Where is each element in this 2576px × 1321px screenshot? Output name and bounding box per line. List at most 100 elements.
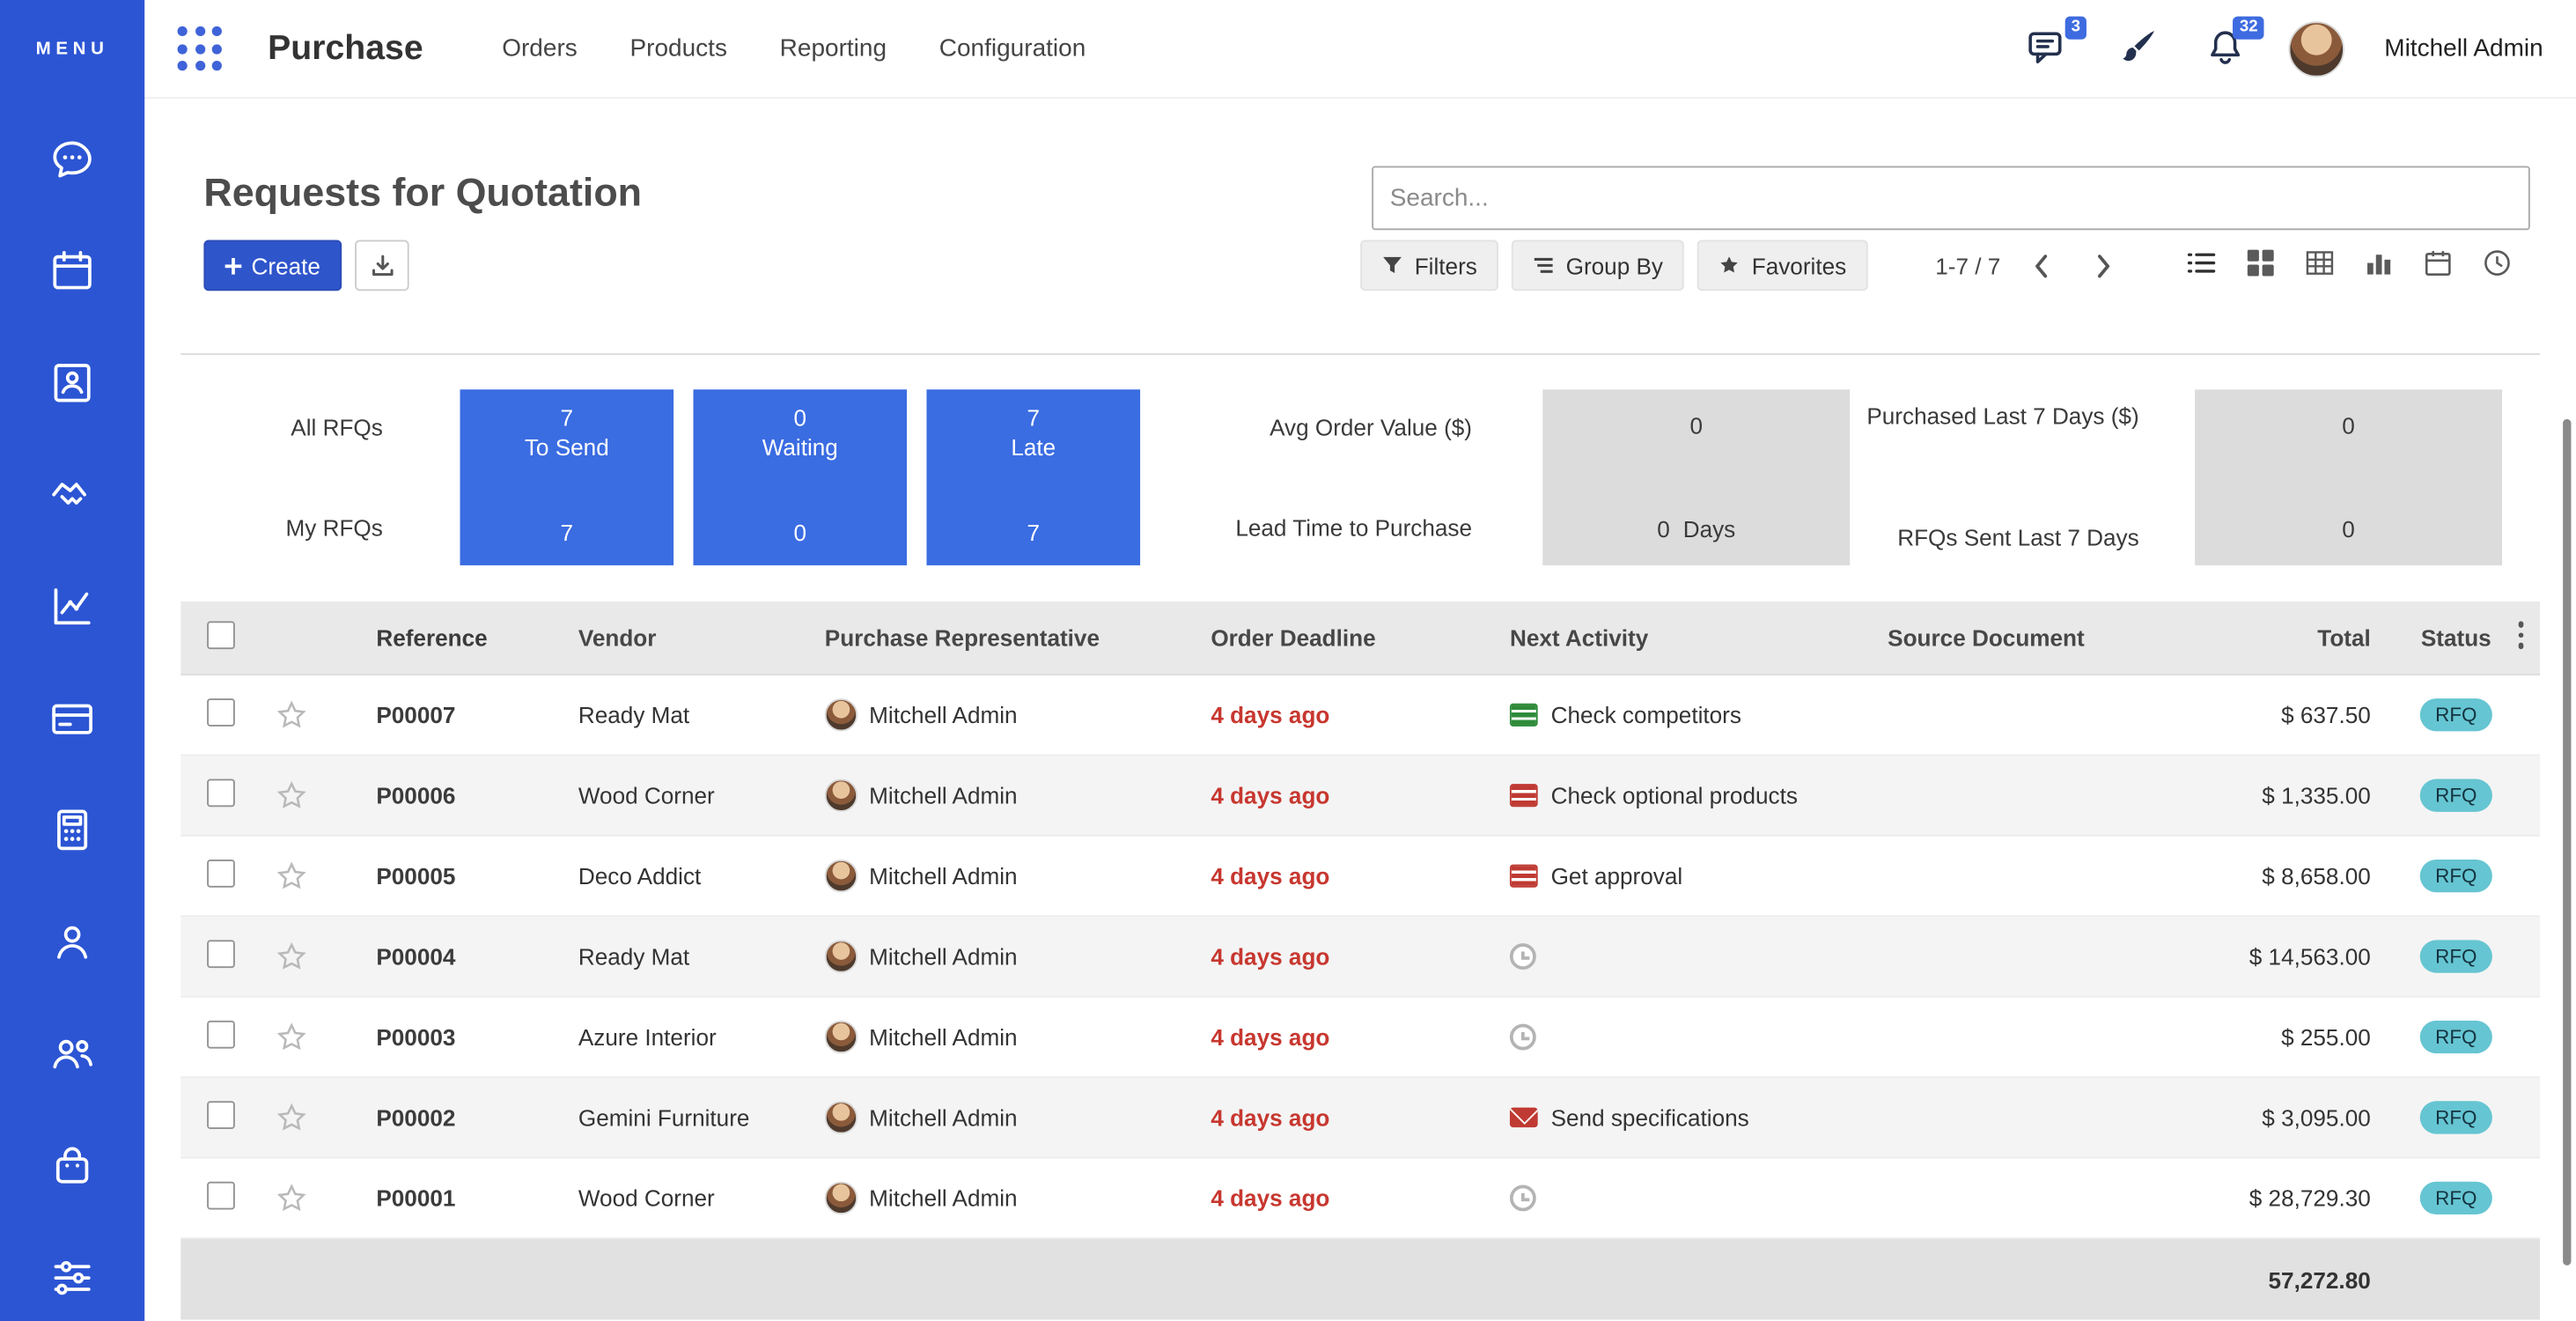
table-row[interactable]: P00004 Ready Mat Mitchell Admin 4 days a… (180, 917, 2540, 997)
row-checkbox[interactable] (207, 1101, 235, 1129)
lead-time-label[interactable]: Lead Time to Purchase (1159, 514, 1472, 541)
menu-products[interactable]: Products (629, 34, 726, 63)
scrollbar-thumb[interactable] (2563, 419, 2571, 1266)
view-calendar-icon[interactable] (2418, 243, 2458, 283)
waiting-all-count[interactable]: 0 (794, 404, 807, 431)
row-checkbox[interactable] (207, 1021, 235, 1049)
rfqs-sent-last-7-days-label[interactable]: RFQs Sent Last 7 Days (1850, 523, 2138, 552)
calendar-icon[interactable] (44, 243, 99, 299)
export-button[interactable] (355, 240, 409, 291)
table-row[interactable]: P00006 Wood Corner Mitchell Admin 4 days… (180, 756, 2540, 836)
optional-columns-icon[interactable] (2518, 621, 2524, 648)
table-row[interactable]: P00005 Deco Addict Mitchell Admin 4 days… (180, 837, 2540, 917)
favorite-star-icon[interactable] (276, 1183, 306, 1214)
avg-order-value-label[interactable]: Avg Order Value ($) (1159, 414, 1472, 440)
accounting-icon[interactable] (44, 690, 99, 746)
team-icon[interactable] (44, 1025, 99, 1081)
favorite-star-icon[interactable] (276, 860, 306, 891)
activity-icon[interactable] (1510, 1184, 1536, 1211)
view-list-icon[interactable] (2182, 243, 2221, 283)
tile-to-send[interactable]: 7 To Send 7 (460, 389, 674, 565)
activity-icon[interactable] (1510, 865, 1538, 888)
view-kanban-icon[interactable] (2241, 243, 2280, 283)
cell-next-activity[interactable]: Check competitors (1462, 702, 1840, 728)
handshake-icon[interactable] (44, 467, 99, 522)
favorite-star-icon[interactable] (276, 1102, 306, 1133)
activity-icon[interactable] (1510, 1024, 1536, 1051)
table-row[interactable]: P00007 Ready Mat Mitchell Admin 4 days a… (180, 675, 2540, 756)
brush-button[interactable] (2111, 24, 2160, 73)
row-checkbox[interactable] (207, 940, 235, 968)
col-header-next-activity[interactable]: Next Activity (1462, 624, 1840, 651)
favorite-star-icon[interactable] (276, 699, 306, 730)
row-checkbox[interactable] (207, 779, 235, 808)
col-header-representative[interactable]: Purchase Representative (777, 624, 1164, 651)
create-button[interactable]: Create (203, 240, 342, 291)
row-checkbox[interactable] (207, 1182, 235, 1210)
settings-sliders-icon[interactable] (44, 1249, 99, 1304)
cell-next-activity[interactable] (1462, 943, 1840, 970)
late-label[interactable]: Late (1011, 434, 1056, 461)
pager-next-button[interactable] (2083, 244, 2126, 287)
table-row[interactable]: P00001 Wood Corner Mitchell Admin 4 days… (180, 1159, 2540, 1239)
filters-button[interactable]: Filters (1360, 240, 1498, 291)
waiting-label[interactable]: Waiting (762, 434, 838, 461)
dashboards-icon[interactable] (44, 579, 99, 634)
menu-toggle[interactable]: MENU (0, 0, 144, 99)
tile-late[interactable]: 7 Late 7 (926, 389, 1140, 565)
group-by-button[interactable]: Group By (1512, 240, 1684, 291)
user-avatar[interactable] (2289, 20, 2344, 76)
col-header-deadline[interactable]: Order Deadline (1163, 624, 1462, 651)
purchase-icon[interactable] (44, 1137, 99, 1192)
favorite-star-icon[interactable] (276, 941, 306, 971)
cell-next-activity[interactable]: Get approval (1462, 863, 1840, 889)
to-send-all-count[interactable]: 7 (561, 404, 574, 431)
view-graph-icon[interactable] (2359, 243, 2399, 283)
my-rfqs-label[interactable]: My RFQs (180, 514, 383, 541)
contacts-icon[interactable] (44, 355, 99, 410)
purchased-last-7-days-label[interactable]: Purchased Last 7 Days ($) (1850, 402, 2138, 432)
activities-bell-button[interactable]: 32 (2200, 24, 2249, 73)
apps-menu-icon[interactable] (178, 26, 222, 70)
late-my-count[interactable]: 7 (1027, 520, 1040, 546)
tile-waiting[interactable]: 0 Waiting 0 (693, 389, 907, 565)
col-header-total[interactable]: Total (2116, 624, 2391, 651)
messages-button[interactable]: 3 (2023, 24, 2072, 73)
view-pivot-icon[interactable] (2300, 243, 2340, 283)
col-header-source-document[interactable]: Source Document (1840, 624, 2116, 651)
all-rfqs-label[interactable]: All RFQs (180, 414, 383, 440)
menu-reporting[interactable]: Reporting (780, 34, 887, 63)
cell-next-activity[interactable]: Check optional products (1462, 782, 1840, 808)
late-all-count[interactable]: 7 (1027, 404, 1040, 431)
favorites-button[interactable]: Favorites (1697, 240, 1867, 291)
activity-icon[interactable] (1510, 784, 1538, 807)
waiting-my-count[interactable]: 0 (794, 520, 807, 546)
user-icon[interactable] (44, 914, 99, 970)
user-name[interactable]: Mitchell Admin (2384, 34, 2543, 63)
row-checkbox[interactable] (207, 698, 235, 727)
menu-orders[interactable]: Orders (502, 34, 578, 63)
pager-previous-button[interactable] (2020, 244, 2064, 287)
row-checkbox[interactable] (207, 860, 235, 888)
col-header-reference[interactable]: Reference (328, 624, 531, 651)
table-row[interactable]: P00003 Azure Interior Mitchell Admin 4 d… (180, 998, 2540, 1078)
cell-next-activity[interactable]: Send specifications (1462, 1104, 1840, 1131)
favorite-star-icon[interactable] (276, 779, 306, 810)
cell-next-activity[interactable] (1462, 1184, 1840, 1211)
discuss-icon[interactable] (44, 131, 99, 187)
activity-icon[interactable] (1510, 704, 1538, 727)
cell-next-activity[interactable] (1462, 1024, 1840, 1051)
view-activity-icon[interactable] (2477, 243, 2517, 283)
activity-icon[interactable] (1510, 943, 1536, 970)
to-send-my-count[interactable]: 7 (561, 520, 574, 546)
menu-configuration[interactable]: Configuration (939, 34, 1086, 63)
calculator-icon[interactable] (44, 802, 99, 858)
to-send-label[interactable]: To Send (525, 434, 609, 461)
search-input[interactable] (1373, 167, 2528, 228)
col-header-vendor[interactable]: Vendor (531, 624, 777, 651)
table-row[interactable]: P00002 Gemini Furniture Mitchell Admin 4… (180, 1078, 2540, 1158)
favorite-star-icon[interactable] (276, 1022, 306, 1052)
col-header-status[interactable]: Status (2390, 624, 2521, 651)
select-all-checkbox[interactable] (207, 621, 235, 649)
activity-icon[interactable] (1510, 1107, 1538, 1127)
